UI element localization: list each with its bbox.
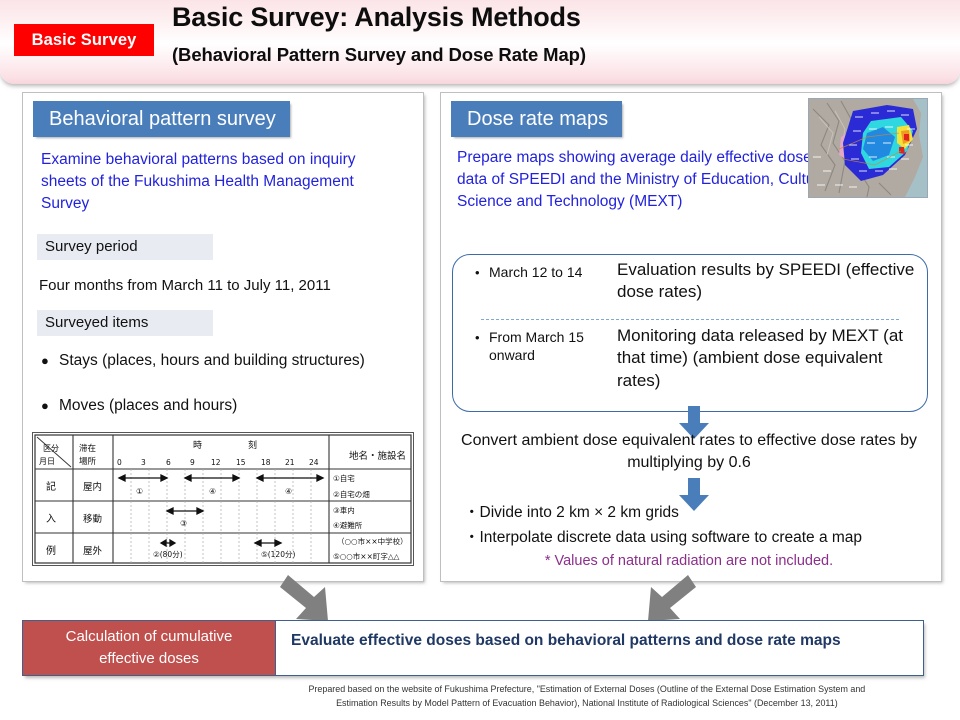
behavioral-record-form-image: 区分 月日 滞在 場所 時 刻 0 3 6 9 12 15 18 21 24 地… <box>32 432 414 566</box>
bullet-icon: ● <box>41 353 49 368</box>
svg-text:④避難所: ④避難所 <box>333 520 363 530</box>
surveyed-items-label: Surveyed items <box>37 310 213 336</box>
svg-text:記: 記 <box>46 480 56 493</box>
svg-text:②自宅の畑: ②自宅の畑 <box>333 489 370 499</box>
svg-text:刻: 刻 <box>248 439 257 451</box>
callout-row2-period: From March 15 onward <box>489 329 584 364</box>
list-item-label: Moves (places and hours) <box>59 397 238 414</box>
bullet-icon: ● <box>41 398 49 413</box>
svg-text:12: 12 <box>211 458 221 467</box>
dose-rate-map-thumbnail <box>808 98 928 198</box>
natural-radiation-note: * Values of natural radiation are not in… <box>544 553 834 569</box>
page-subtitle: (Behavioral Pattern Survey and Dose Rate… <box>172 44 586 65</box>
svg-text:④: ④ <box>285 487 292 496</box>
svg-text:区分: 区分 <box>43 444 59 453</box>
cumulative-dose-line2: effective doses <box>99 650 199 667</box>
title-banner: Basic Survey Basic Survey: Analysis Meth… <box>0 0 960 84</box>
svg-text:②(80分): ②(80分) <box>153 550 183 559</box>
svg-text:24: 24 <box>309 458 319 467</box>
svg-text:③: ③ <box>180 519 187 528</box>
cumulative-dose-label: Calculation of cumulative effective dose… <box>23 621 276 675</box>
svg-text:屋内: 屋内 <box>83 481 102 493</box>
callout-bullet-icon: • <box>475 265 480 280</box>
left-intro-text: Examine behavioral patterns based on inq… <box>41 151 356 212</box>
svg-text:例: 例 <box>46 544 56 557</box>
svg-text:場所: 場所 <box>79 456 97 467</box>
data-source-callout: • March 12 to 14 Evaluation results by S… <box>452 254 928 412</box>
svg-text:移動: 移動 <box>83 513 102 525</box>
survey-period-label: Survey period <box>37 234 213 260</box>
source-footer-line1: Prepared based on the website of Fukushi… <box>308 684 866 694</box>
source-footer: Prepared based on the website of Fukushi… <box>248 682 926 711</box>
svg-text:15: 15 <box>236 458 246 467</box>
svg-text:3: 3 <box>141 458 146 467</box>
svg-text:21: 21 <box>285 458 295 467</box>
callout-row2-desc: Monitoring data released by MEXT (at tha… <box>617 326 903 390</box>
svg-text:0: 0 <box>117 458 122 467</box>
svg-text:9: 9 <box>190 458 195 467</box>
svg-text:③車内: ③車内 <box>333 505 355 515</box>
svg-text:月日: 月日 <box>39 457 55 466</box>
slide-root: Basic Survey Basic Survey: Analysis Meth… <box>0 0 960 720</box>
svg-text:⑤(120分): ⑤(120分) <box>261 550 295 559</box>
svg-text:（○○市××中学校）: （○○市××中学校） <box>337 536 408 546</box>
svg-text:時: 時 <box>193 440 202 451</box>
callout-row1-period: March 12 to 14 <box>489 264 583 280</box>
conclusion-bar: Calculation of cumulative effective dose… <box>22 620 924 676</box>
cumulative-dose-line1: Calculation of cumulative <box>65 627 233 645</box>
svg-text:入: 入 <box>46 514 56 525</box>
svg-text:18: 18 <box>261 458 271 467</box>
callout-row1-desc: Evaluation results by SPEEDI (effective … <box>617 260 915 302</box>
svg-text:①自宅: ①自宅 <box>333 473 355 483</box>
survey-period-value: Four months from March 11 to July 11, 20… <box>39 277 331 294</box>
svg-text:屋外: 屋外 <box>83 545 103 557</box>
svg-text:④: ④ <box>209 487 216 496</box>
list-item-label: Stays (places, hours and building struct… <box>59 352 365 369</box>
step-item-1: ・Divide into 2 km × 2 km grids <box>464 504 679 521</box>
step-item-2: ・Interpolate discrete data using softwar… <box>464 529 863 546</box>
conclusion-text: Evaluate effective doses based on behavi… <box>291 632 841 649</box>
svg-text:①: ① <box>136 487 143 496</box>
convert-instruction: Convert ambient dose equivalent rates to… <box>461 432 917 472</box>
right-panel-heading: Dose rate maps <box>451 101 623 137</box>
svg-text:地名・施設名: 地名・施設名 <box>349 450 406 462</box>
svg-text:6: 6 <box>166 458 171 467</box>
list-item: ● Moves (places and hours) <box>41 396 371 417</box>
basic-survey-tag: Basic Survey <box>14 24 154 56</box>
svg-text:滞在: 滞在 <box>79 443 96 454</box>
left-panel-heading: Behavioral pattern survey <box>33 101 290 137</box>
page-title: Basic Survey: Analysis Methods <box>172 2 581 32</box>
callout-bullet-icon: • <box>475 330 480 345</box>
list-item: ● Stays (places, hours and building stru… <box>41 351 371 372</box>
svg-text:⑤○○市××町字△△: ⑤○○市××町字△△ <box>333 551 400 561</box>
source-footer-line2: Estimation Results by Model Pattern of E… <box>336 698 838 709</box>
callout-divider <box>481 319 899 320</box>
